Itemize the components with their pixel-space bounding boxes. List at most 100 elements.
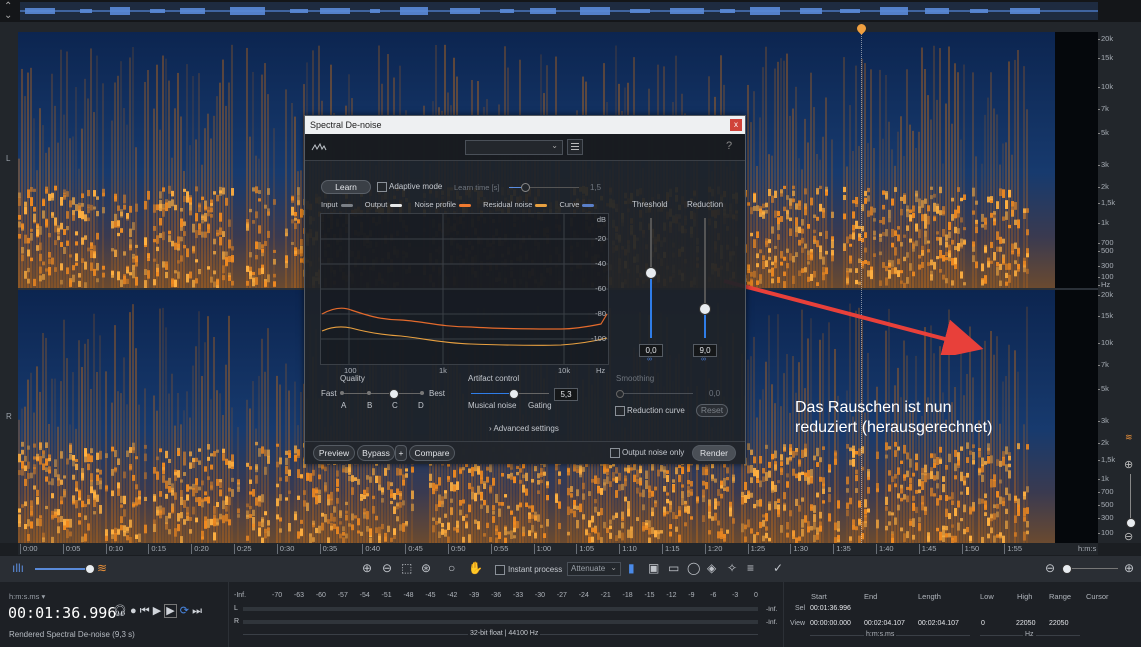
overview-waveform-bar[interactable]: ⌃ ⌄: [0, 0, 1141, 22]
time-ruler[interactable]: 0:00 0:05 0:10 0:15 0:20 0:25 0:30 0:35 0:40 0:45…: [18, 543, 1098, 555]
close-button[interactable]: x: [730, 119, 742, 131]
reset-button[interactable]: Reset: [696, 404, 728, 417]
artifact-control-slider[interactable]: [471, 389, 549, 399]
instant-process-mode-dropdown[interactable]: Attenuate ⌄: [567, 562, 621, 576]
collapse-overview-icon[interactable]: ⌃ ⌄: [4, 2, 12, 21]
zoom-selection-icon[interactable]: ⬚: [401, 561, 412, 575]
freq-tick-label: 5k: [1098, 384, 1109, 393]
smoothing-slider[interactable]: [616, 390, 693, 398]
freq-tick-label: 100: [1098, 528, 1114, 537]
zoom-out-icon[interactable]: ⊖: [382, 561, 392, 575]
compare-button[interactable]: Compare: [409, 445, 455, 461]
view-start-value[interactable]: 00:00:00.000: [810, 620, 851, 627]
artifact-control-value[interactable]: 5,3: [554, 388, 578, 401]
time-format-selector[interactable]: h:m:s.ms ▾: [9, 592, 45, 601]
dialog-title: Spectral De-noise: [310, 120, 382, 130]
frequency-selection-icon[interactable]: ▭: [668, 561, 679, 575]
preview-button[interactable]: Preview: [313, 445, 355, 461]
meter-scale-label: 0: [754, 592, 758, 599]
threshold-slider-handle[interactable]: [645, 267, 657, 279]
quality-step-d[interactable]: D: [418, 401, 424, 410]
bypass-add-button[interactable]: +: [395, 445, 407, 461]
smoothing-value[interactable]: 0,0: [709, 389, 720, 398]
horizontal-zoom-slider[interactable]: [1062, 564, 1118, 574]
learn-time-slider[interactable]: [509, 183, 579, 192]
magnify-icon[interactable]: ○: [448, 561, 455, 575]
quality-step-b[interactable]: B: [367, 401, 372, 410]
spectrogram-settings-icon[interactable]: ≋: [1125, 432, 1133, 443]
threshold-slider[interactable]: [645, 218, 657, 338]
headphones-icon[interactable]: 🎧︎: [113, 605, 127, 617]
view-end-value[interactable]: 00:02:04.107: [864, 620, 905, 627]
view-length-value[interactable]: 00:02:04.107: [918, 620, 959, 627]
harmonic-selection-icon[interactable]: ≡: [747, 561, 754, 575]
loop-icon[interactable]: ⟳: [180, 605, 189, 617]
quality-slider[interactable]: [340, 389, 424, 399]
display-blend-slider[interactable]: [35, 564, 95, 574]
vertical-zoom-slider[interactable]: [1126, 474, 1136, 528]
lasso-selection-icon[interactable]: ◯: [687, 561, 700, 575]
graph-db-80: -80: [595, 309, 606, 318]
horizontal-zoom-handle[interactable]: [1062, 564, 1072, 574]
graph-db-20: -20: [595, 234, 606, 243]
meter-scale-label: -Inf.: [234, 592, 247, 599]
noise-profile-graph[interactable]: dB -20 -40 -60 -80 -100 100 1k 10k Hz: [320, 213, 609, 375]
output-noise-only-checkbox[interactable]: [610, 448, 620, 458]
learn-time-value[interactable]: 1,5: [590, 183, 601, 192]
record-icon[interactable]: ●: [130, 605, 137, 617]
help-button[interactable]: ?: [726, 140, 732, 152]
artifact-control-handle[interactable]: [509, 389, 519, 399]
preset-menu-button[interactable]: [567, 139, 583, 155]
go-to-end-icon[interactable]: ⏭︎: [192, 605, 202, 617]
view-high-value[interactable]: 22050: [1016, 620, 1035, 627]
go-to-start-icon[interactable]: ⏮︎: [140, 605, 150, 617]
vertical-zoom-handle[interactable]: [1126, 518, 1136, 528]
time-selection-tool-icon[interactable]: ▮: [628, 561, 635, 575]
spectrogram-view-icon[interactable]: ≋: [97, 561, 107, 575]
zoom-out-horizontal-icon[interactable]: ⊖: [1045, 561, 1055, 575]
vertical-zoom-out-icon[interactable]: ⊖: [1124, 530, 1133, 543]
view-low-value[interactable]: 0: [981, 620, 985, 627]
audio-format-info: 32-bit float | 44100 Hz: [468, 630, 541, 637]
graph-freq-hz: Hz: [596, 366, 606, 375]
hand-tool-icon[interactable]: ✋: [468, 561, 483, 575]
current-time-display[interactable]: 00:01:36.996: [8, 604, 116, 622]
waveform-view-icon[interactable]: ıllı: [12, 561, 24, 575]
zoom-in-icon[interactable]: ⊕: [362, 561, 372, 575]
rectangle-selection-icon[interactable]: ▣: [648, 561, 659, 575]
time-tick-label: 1:05: [576, 544, 594, 554]
brush-selection-icon[interactable]: ◈: [707, 561, 716, 575]
spectral-denoise-dialog[interactable]: Spectral De-noise x ⌄ ? Learn Adaptive m…: [304, 115, 746, 464]
zoom-full-icon[interactable]: ⊛: [421, 561, 431, 575]
quality-step-a[interactable]: A: [341, 401, 346, 410]
reduction-slider-handle[interactable]: [699, 303, 711, 315]
preset-dropdown[interactable]: ⌄: [465, 140, 563, 155]
threshold-link-icon[interactable]: ∞: [647, 356, 652, 363]
play-selection-icon[interactable]: ▶: [164, 604, 177, 618]
view-range-value[interactable]: 22050: [1049, 620, 1068, 627]
zoom-in-horizontal-icon[interactable]: ⊕: [1124, 561, 1134, 575]
adaptive-mode-checkbox[interactable]: [377, 182, 387, 192]
sel-start-value[interactable]: 00:01:36.996: [810, 605, 851, 612]
reduction-link-icon[interactable]: ∞: [701, 356, 706, 363]
instant-process-checkbox[interactable]: [495, 565, 505, 575]
meter-peak-right[interactable]: -Inf.: [766, 619, 777, 626]
bypass-button[interactable]: Bypass: [357, 445, 395, 461]
advanced-settings-toggle[interactable]: › Advanced settings: [489, 424, 559, 433]
dialog-title-bar[interactable]: Spectral De-noise x: [305, 116, 745, 134]
freq-tick-label: 1,5k: [1097, 455, 1116, 464]
reduction-curve-checkbox[interactable]: [615, 406, 625, 416]
pencil-icon[interactable]: ✓: [773, 561, 783, 575]
vertical-zoom-in-icon[interactable]: ⊕: [1124, 458, 1133, 471]
meter-peak-left[interactable]: -Inf.: [766, 606, 777, 613]
reduction-slider[interactable]: [699, 218, 711, 338]
smoothing-slider-handle[interactable]: [616, 390, 624, 398]
magic-wand-icon[interactable]: ✧: [727, 561, 737, 575]
display-blend-handle[interactable]: [85, 564, 95, 574]
learn-button[interactable]: Learn: [321, 180, 371, 194]
learn-time-handle[interactable]: [521, 183, 530, 192]
render-button[interactable]: Render: [692, 445, 736, 461]
play-icon[interactable]: ▶: [153, 605, 161, 617]
quality-slider-handle[interactable]: [389, 389, 399, 399]
quality-step-c[interactable]: C: [392, 401, 398, 410]
